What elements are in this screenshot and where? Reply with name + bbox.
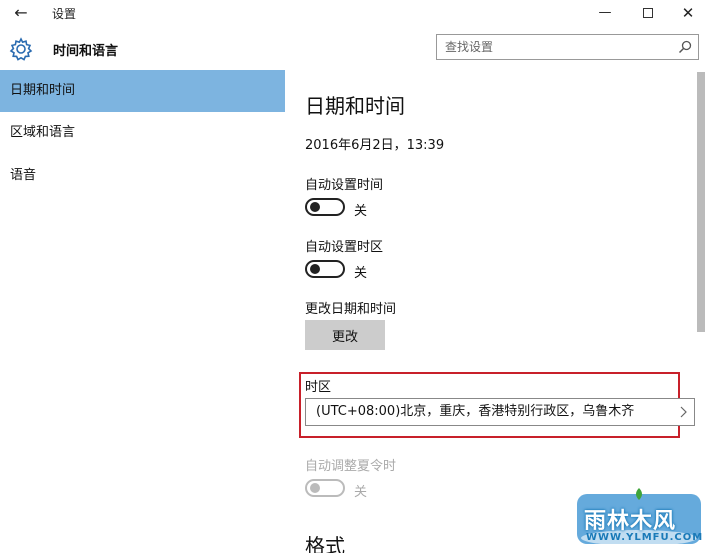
- current-datetime: 2016年6月2日，13:39: [305, 138, 445, 153]
- sidebar: 日期和时间 区域和语言 语音: [0, 70, 285, 553]
- gear-icon: [9, 37, 33, 61]
- scrollbar[interactable]: [697, 72, 705, 332]
- maximize-button[interactable]: [628, 2, 668, 24]
- timezone-select[interactable]: (UTC+08:00)北京，重庆，香港特别行政区，乌鲁木齐: [305, 398, 695, 426]
- close-button[interactable]: ✕: [668, 2, 708, 24]
- section-title: 时间和语言: [53, 44, 119, 59]
- sidebar-item-date-time[interactable]: 日期和时间: [0, 70, 285, 112]
- chevron-down-icon: [680, 406, 687, 418]
- auto-time-toggle[interactable]: [305, 198, 345, 216]
- toggle-knob: [310, 483, 320, 493]
- minimize-button[interactable]: —: [585, 2, 625, 24]
- change-datetime-label: 更改日期和时间: [305, 302, 397, 317]
- sidebar-item-speech[interactable]: 语音: [0, 155, 285, 197]
- change-button[interactable]: 更改: [305, 320, 385, 350]
- auto-time-label: 自动设置时间: [305, 178, 384, 193]
- auto-timezone-label: 自动设置时区: [305, 240, 384, 255]
- title-bar: ← 设置 — ✕: [0, 0, 709, 28]
- dst-label: 自动调整夏令时: [305, 459, 397, 474]
- sidebar-item-region-language[interactable]: 区域和语言: [0, 112, 285, 154]
- search-input[interactable]: [445, 38, 665, 56]
- back-arrow-icon[interactable]: ←: [10, 3, 32, 23]
- dst-toggle[interactable]: [305, 479, 345, 497]
- watermark-text: 雨林木风: [584, 509, 677, 534]
- watermark-url: WWW.YLMFU.COM: [586, 532, 704, 543]
- maximize-icon: [643, 7, 653, 18]
- timezone-label: 时区: [305, 380, 332, 395]
- auto-timezone-toggle[interactable]: [305, 260, 345, 278]
- format-section-title: 格式: [305, 534, 345, 553]
- auto-timezone-state: 关: [354, 266, 368, 281]
- toggle-knob: [310, 202, 320, 212]
- dst-state: 关: [354, 485, 368, 500]
- page-title: 日期和时间: [305, 94, 405, 118]
- window-title: 设置: [52, 7, 77, 21]
- search-box[interactable]: [436, 34, 699, 60]
- toggle-knob: [310, 264, 320, 274]
- auto-time-state: 关: [354, 204, 368, 219]
- search-icon[interactable]: [678, 40, 692, 54]
